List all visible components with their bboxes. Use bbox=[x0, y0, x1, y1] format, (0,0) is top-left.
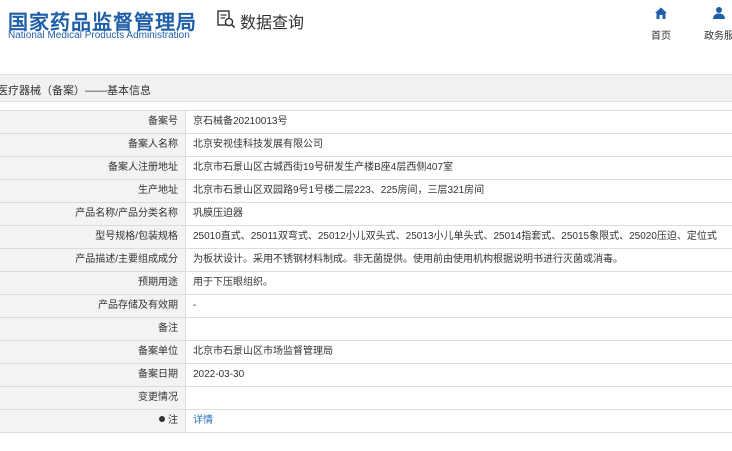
nav-government-service[interactable]: 政务服 bbox=[695, 6, 732, 42]
note-row: 注 详情 bbox=[0, 410, 732, 433]
table-row: 备案号 京石械备20210013号 bbox=[0, 111, 732, 134]
table-row: 预期用途 用于下压眼组织。 bbox=[0, 272, 732, 295]
row-value: 北京市石景山区古城西街19号研发生产楼B座4层西侧407室 bbox=[193, 162, 454, 173]
table-row: 产品存储及有效期 - bbox=[0, 295, 732, 318]
row-label: 产品名称/产品分类名称 bbox=[0, 203, 186, 225]
row-label: 变更情况 bbox=[0, 387, 186, 409]
row-value: - bbox=[193, 300, 197, 311]
row-value bbox=[186, 387, 732, 409]
row-label: 产品描述/主要组成成分 bbox=[0, 249, 186, 271]
row-label: 备案单位 bbox=[0, 341, 186, 363]
nav-government-service-label: 政务服 bbox=[704, 31, 732, 42]
row-value: 2022-03-30 bbox=[193, 369, 245, 380]
row-value bbox=[186, 318, 732, 340]
row-label: 产品存储及有效期 bbox=[0, 295, 186, 317]
row-label: 备案号 bbox=[0, 111, 186, 133]
note-label: 注 bbox=[0, 410, 186, 432]
table-row: 备案日期 2022-03-30 bbox=[0, 364, 732, 387]
row-label: 备案人注册地址 bbox=[0, 157, 186, 179]
row-value: 北京市石景山区双园路9号1号楼二层223、225房间，三层321房间 bbox=[193, 185, 485, 196]
table-row: 变更情况 bbox=[0, 387, 732, 410]
search-document-icon bbox=[216, 9, 236, 34]
data-query-heading: 数据查询 bbox=[216, 9, 305, 34]
table-row: 备案单位 北京市石景山区市场监督管理局 bbox=[0, 341, 732, 364]
table-row: 型号规格/包装规格 25010直式、25011双弯式、25012小儿双头式、250… bbox=[0, 226, 732, 249]
note-label-text: 注 bbox=[168, 415, 178, 426]
bullet-icon bbox=[159, 416, 165, 423]
nav-home-label: 首页 bbox=[651, 31, 671, 42]
row-value: 巩膜压迫器 bbox=[193, 208, 243, 219]
table-row: 产品名称/产品分类名称 巩膜压迫器 bbox=[0, 203, 732, 226]
row-value: 25010直式、25011双弯式、25012小儿双头式、25013小儿单头式、2… bbox=[193, 231, 717, 242]
row-label: 备案日期 bbox=[0, 364, 186, 386]
row-label: 型号规格/包装规格 bbox=[0, 226, 186, 248]
user-icon bbox=[695, 6, 732, 20]
row-label: 预期用途 bbox=[0, 272, 186, 294]
row-label: 生产地址 bbox=[0, 180, 186, 202]
row-value: 北京市石景山区市场监督管理局 bbox=[193, 346, 333, 357]
nav-home[interactable]: 首页 bbox=[637, 6, 685, 42]
row-label: 备注 bbox=[0, 318, 186, 340]
table-row: 备案人注册地址 北京市石景山区古城西街19号研发生产楼B座4层西侧407室 bbox=[0, 157, 732, 180]
row-value: 京石械备20210013号 bbox=[193, 116, 288, 127]
home-icon bbox=[637, 6, 685, 20]
table-row: 备注 bbox=[0, 318, 732, 341]
table-row: 备案人名称 北京安视佳科技发展有限公司 bbox=[0, 134, 732, 157]
details-link[interactable]: 详情 bbox=[186, 410, 732, 432]
section-header: 医疗器械（备案）——基本信息 bbox=[0, 74, 732, 102]
row-value: 用于下压眼组织。 bbox=[193, 277, 273, 288]
table-row: 产品描述/主要组成成分 为板状设计。采用不锈钢材料制成。非无菌提供。使用前由使用机… bbox=[0, 249, 732, 272]
table-row: 生产地址 北京市石景山区双园路9号1号楼二层223、225房间，三层321房间 bbox=[0, 180, 732, 203]
row-label: 备案人名称 bbox=[0, 134, 186, 156]
site-header: 国家药品监督管理局 National Medical Products Admi… bbox=[0, 0, 732, 62]
data-query-title: 数据查询 bbox=[240, 15, 305, 32]
row-value: 为板状设计。采用不锈钢材料制成。非无菌提供。使用前由使用机构根据说明书进行灭菌或… bbox=[193, 254, 623, 265]
basic-info-table: 备案号 京石械备20210013号 备案人名称 北京安视佳科技发展有限公司 备案人注… bbox=[0, 110, 732, 433]
row-value: 北京安视佳科技发展有限公司 bbox=[193, 139, 323, 150]
site-logo-subtitle[interactable]: National Medical Products Administration bbox=[8, 30, 190, 41]
section-title: 医疗器械（备案）——基本信息 bbox=[0, 85, 151, 97]
